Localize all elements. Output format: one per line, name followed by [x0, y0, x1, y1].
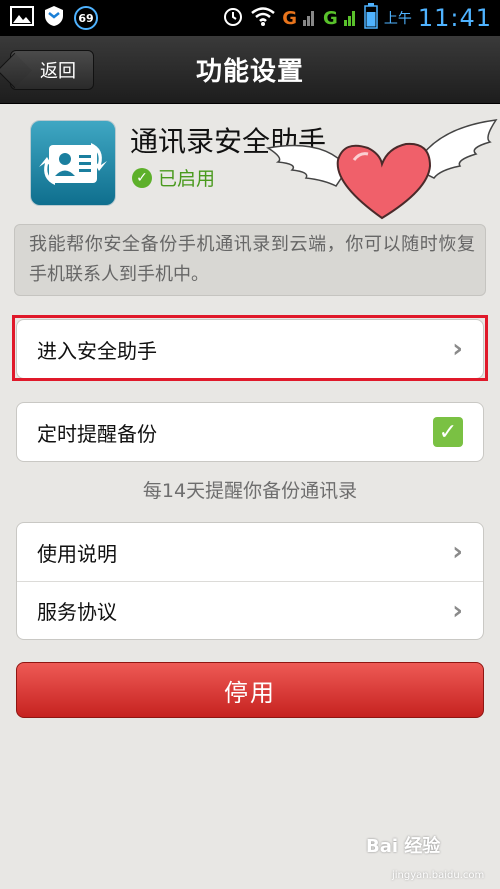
check-icon: ✓	[132, 167, 152, 188]
notification-count-badge: 69	[74, 6, 98, 30]
back-button[interactable]: 返回	[10, 50, 94, 90]
battery-icon	[364, 3, 378, 33]
scheduled-backup-checkbox[interactable]: ✓	[433, 417, 463, 447]
winged-heart-sticker	[264, 108, 500, 236]
alarm-icon	[222, 5, 244, 31]
clock: 11:41	[417, 4, 492, 32]
info-card: 使用说明 › 服务协议 ›	[16, 522, 484, 640]
scheduled-backup-card: 定时提醒备份 ✓	[16, 402, 484, 462]
usage-guide-label: 使用说明	[37, 541, 117, 566]
am-pm-label: 上午	[383, 11, 412, 27]
service-agreement-row[interactable]: 服务协议 ›	[17, 581, 483, 639]
network-type-1: G	[282, 7, 298, 29]
network-type-2: G	[323, 7, 338, 29]
shield-icon	[42, 4, 66, 32]
title-bar: 返回 功能设置	[0, 36, 500, 104]
status-bar: 69 G G 上午 11:41	[0, 0, 500, 36]
disable-button[interactable]: 停用	[16, 662, 484, 718]
signal-bars-2-icon	[343, 6, 358, 30]
page-title: 功能设置	[195, 57, 304, 87]
baidu-watermark-url: jingyan.baidu.com	[392, 870, 485, 881]
image-icon	[10, 6, 34, 30]
usage-guide-row[interactable]: 使用说明 ›	[17, 523, 483, 581]
app-description: 我能帮你安全备份手机通讯录到云端，你可以随时恢复手机联系人到手机中。	[14, 224, 486, 296]
contacts-helper-app-icon	[30, 120, 116, 206]
app-status-label: 已启用	[158, 168, 216, 190]
chevron-right-icon: ›	[452, 537, 463, 567]
back-button-label: 返回	[40, 61, 76, 82]
baidu-watermark: Bai 经验	[366, 836, 441, 857]
service-agreement-label: 服务协议	[37, 600, 117, 624]
highlight-box	[12, 315, 488, 381]
wifi-icon	[250, 6, 276, 30]
app-status: ✓ 已启用	[132, 164, 215, 191]
scheduled-backup-row[interactable]: 定时提醒备份 ✓	[17, 403, 483, 461]
chevron-right-icon: ›	[452, 595, 463, 626]
scheduled-backup-label: 定时提醒备份	[37, 421, 157, 446]
reminder-text: 每14天提醒你备份通讯录	[142, 480, 358, 502]
signal-bars-1-icon	[303, 6, 317, 30]
